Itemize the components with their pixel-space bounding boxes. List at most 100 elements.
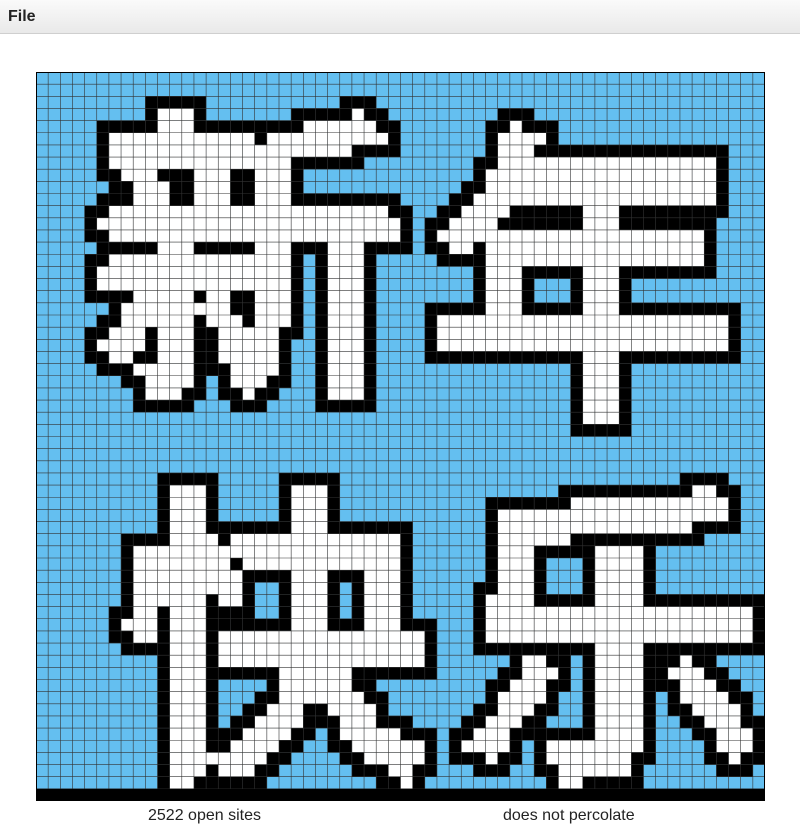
blocked-site	[364, 290, 377, 303]
open-site	[181, 144, 194, 158]
blocked-site	[400, 606, 413, 619]
blocked-site	[230, 667, 243, 680]
blocked-site	[546, 120, 559, 133]
open-site	[169, 387, 182, 401]
open-site	[607, 655, 620, 668]
open-site	[509, 533, 522, 546]
blocked-site	[424, 630, 437, 644]
open-site	[692, 193, 705, 206]
open-site	[218, 594, 231, 607]
blocked-site	[242, 667, 255, 680]
open-site	[339, 327, 352, 340]
open-site	[193, 266, 207, 279]
open-site	[376, 752, 389, 765]
blocked-site	[84, 327, 97, 340]
blocked-site	[534, 703, 547, 716]
open-site	[546, 327, 559, 340]
open-site	[631, 169, 644, 182]
blocked-site	[315, 715, 328, 729]
blocked-site	[96, 229, 109, 243]
blocked-site	[254, 400, 267, 413]
blocked-site	[558, 679, 571, 692]
open-site	[509, 545, 522, 558]
open-site	[692, 606, 705, 619]
open-site	[181, 728, 194, 741]
open-site	[108, 229, 122, 243]
blocked-site	[522, 217, 535, 230]
open-site	[582, 618, 595, 631]
blocked-site	[643, 582, 656, 595]
open-site	[461, 217, 474, 230]
blocked-site	[619, 302, 632, 315]
menu-file[interactable]: File	[8, 8, 36, 26]
open-site	[558, 181, 571, 194]
open-site	[558, 606, 571, 619]
open-site	[327, 630, 340, 644]
open-site	[497, 606, 510, 619]
open-site	[254, 728, 267, 741]
open-site	[692, 497, 705, 510]
open-site	[206, 144, 219, 158]
open-site	[594, 691, 608, 704]
blocked-site	[436, 242, 450, 255]
open-site	[485, 302, 498, 315]
blocked-site	[206, 242, 219, 255]
blocked-site	[667, 533, 680, 546]
blocked-site	[570, 594, 583, 607]
percolation-grid[interactable]	[36, 72, 765, 801]
blocked-site	[315, 302, 328, 315]
open-site	[534, 181, 547, 194]
open-site	[619, 618, 632, 631]
blocked-site	[291, 108, 304, 121]
blocked-site	[84, 229, 97, 243]
open-site	[339, 315, 352, 328]
open-site	[631, 193, 644, 206]
blocked-site	[522, 728, 535, 741]
open-site	[582, 290, 595, 303]
open-site	[193, 545, 207, 558]
open-site	[218, 558, 231, 571]
blocked-site	[619, 400, 632, 413]
open-site	[728, 703, 741, 716]
blocked-site	[679, 472, 693, 486]
open-site	[351, 351, 365, 364]
blocked-site	[339, 157, 352, 170]
blocked-site	[291, 278, 304, 291]
open-site	[133, 205, 146, 218]
blocked-site	[522, 266, 535, 279]
open-site	[716, 497, 729, 510]
open-site	[631, 728, 644, 741]
open-site	[534, 315, 547, 328]
blocked-site	[327, 521, 340, 534]
open-site	[339, 558, 352, 571]
blocked-site	[716, 472, 729, 486]
blocked-site	[315, 327, 328, 340]
blocked-site	[704, 740, 717, 753]
blocked-site	[218, 740, 231, 753]
blocked-site	[631, 205, 644, 218]
blocked-site	[619, 424, 632, 437]
open-site	[133, 339, 146, 352]
open-site	[582, 339, 595, 352]
open-site	[181, 558, 194, 571]
open-site	[108, 254, 122, 267]
blocked-site	[84, 217, 97, 230]
open-site	[643, 242, 656, 255]
open-site	[679, 181, 693, 194]
open-site	[522, 181, 535, 194]
open-site	[497, 169, 510, 182]
open-site	[558, 509, 571, 522]
blocked-site	[716, 181, 729, 194]
blocked-site	[206, 594, 219, 607]
open-site	[667, 509, 680, 522]
blocked-site	[169, 193, 182, 206]
open-site	[679, 679, 693, 692]
open-site	[655, 242, 668, 255]
blocked-site	[728, 327, 741, 340]
blocked-site	[558, 545, 571, 558]
open-site	[181, 594, 194, 607]
open-site	[169, 594, 182, 607]
open-site	[193, 570, 207, 583]
open-site	[181, 643, 194, 656]
blocked-site	[121, 375, 134, 388]
